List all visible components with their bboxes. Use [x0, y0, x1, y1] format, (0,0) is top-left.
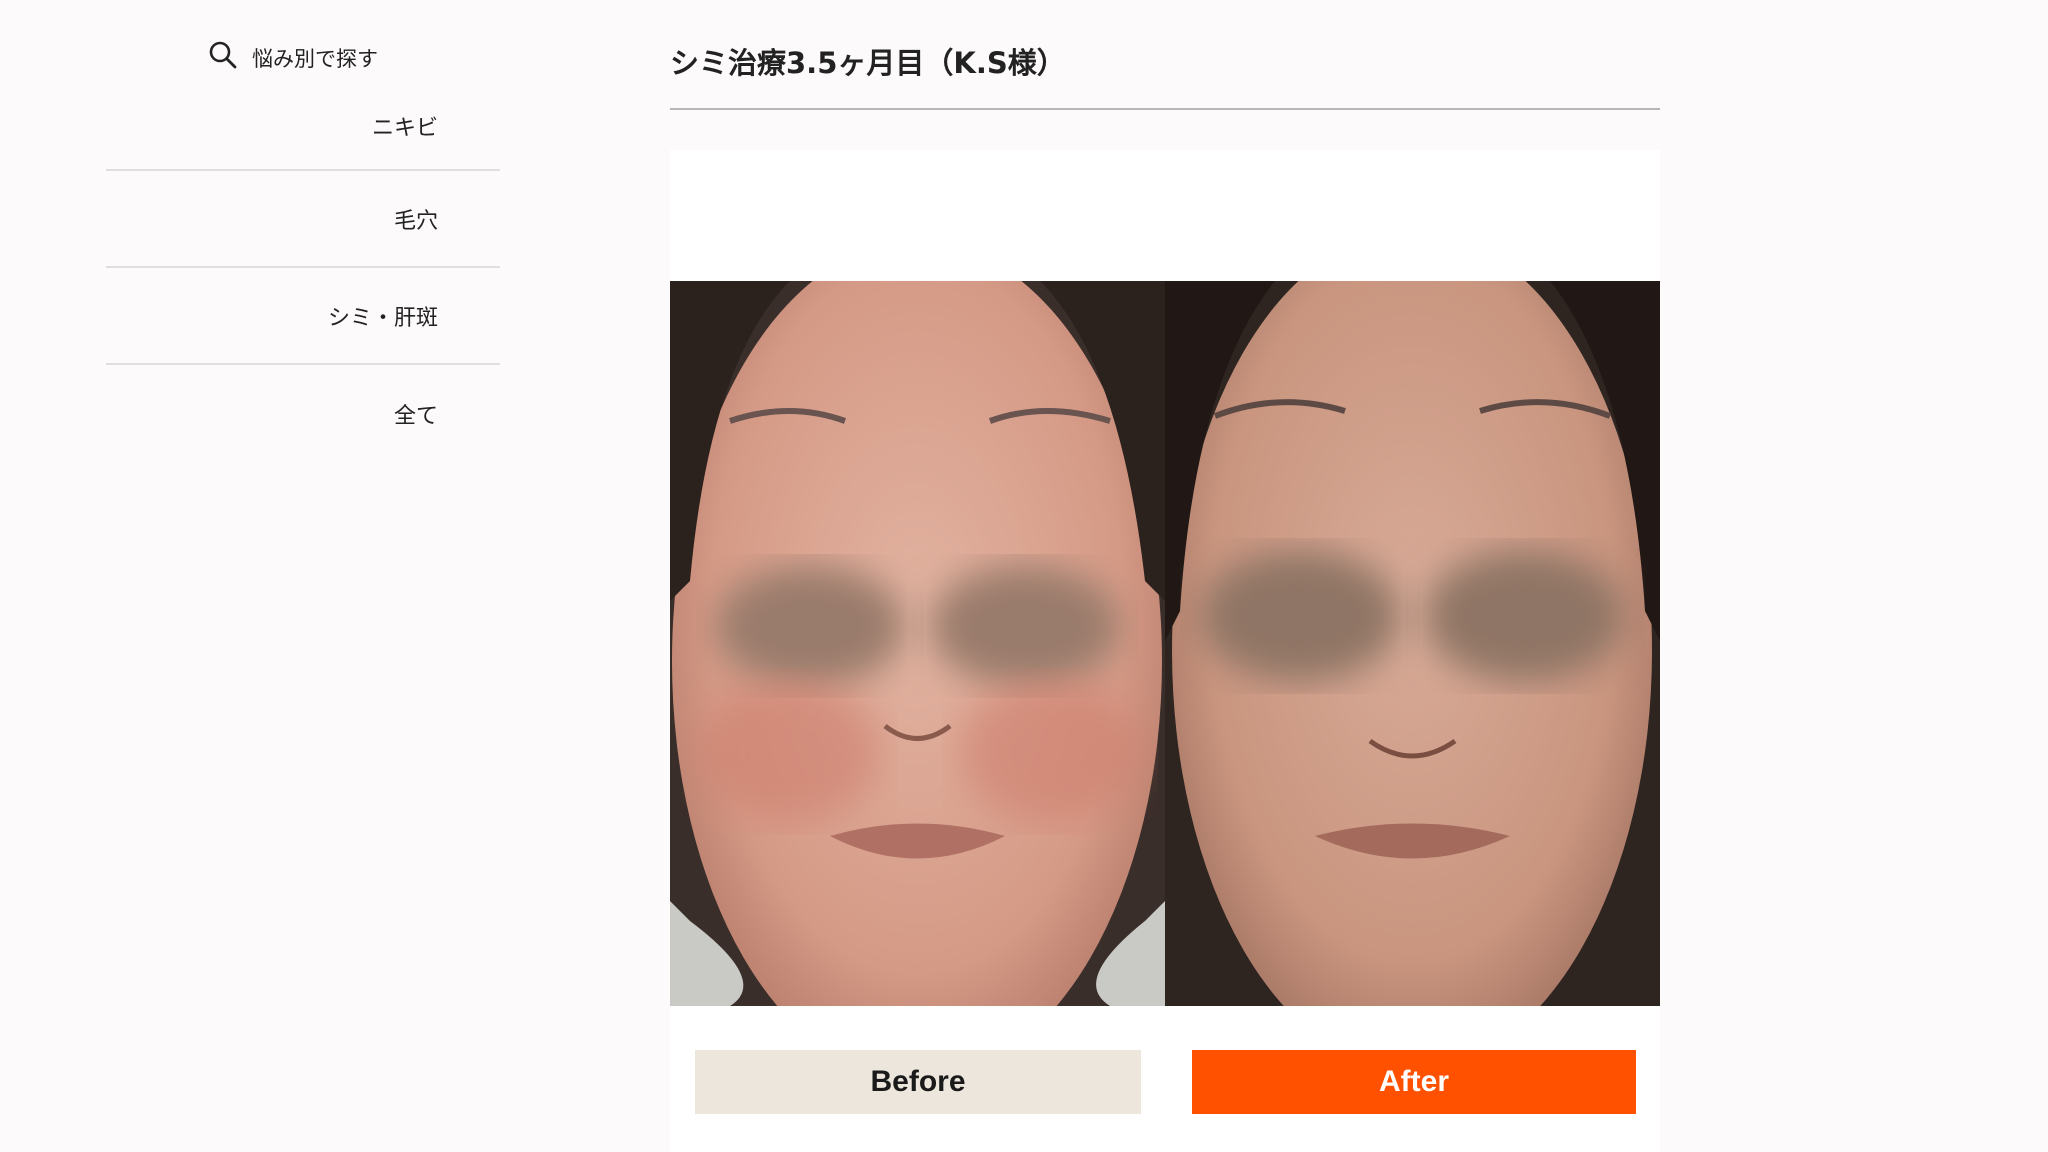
- nav-item-label: 全て: [393, 403, 438, 429]
- before-button[interactable]: Before: [695, 1050, 1141, 1114]
- nav-item-pores[interactable]: 毛穴: [106, 171, 500, 268]
- concern-nav: ニキビ 毛穴 シミ・肝斑 全て: [106, 72, 500, 462]
- after-photo: [1165, 281, 1660, 1006]
- nav-item-label: シミ・肝斑: [327, 305, 438, 331]
- before-after-card: Before After: [670, 150, 1660, 1152]
- nav-item-acne[interactable]: ニキビ: [106, 72, 500, 171]
- nav-item-label: ニキビ: [371, 116, 438, 141]
- before-after-toggle: Before After: [670, 1050, 1660, 1114]
- page-title: シミ治療3.5ヶ月目（K.S様）: [670, 40, 1660, 110]
- nav-item-spots[interactable]: シミ・肝斑: [106, 268, 500, 365]
- photo-comparison: [670, 281, 1660, 1006]
- search-heading-label: 悩み別で探す: [252, 46, 378, 71]
- search-icon: [208, 40, 238, 75]
- after-button[interactable]: After: [1192, 1050, 1636, 1114]
- search-heading[interactable]: 悩み別で探す: [208, 40, 378, 75]
- nav-item-label: 毛穴: [393, 208, 438, 234]
- nav-item-all[interactable]: 全て: [106, 365, 500, 462]
- before-photo: [670, 281, 1165, 1006]
